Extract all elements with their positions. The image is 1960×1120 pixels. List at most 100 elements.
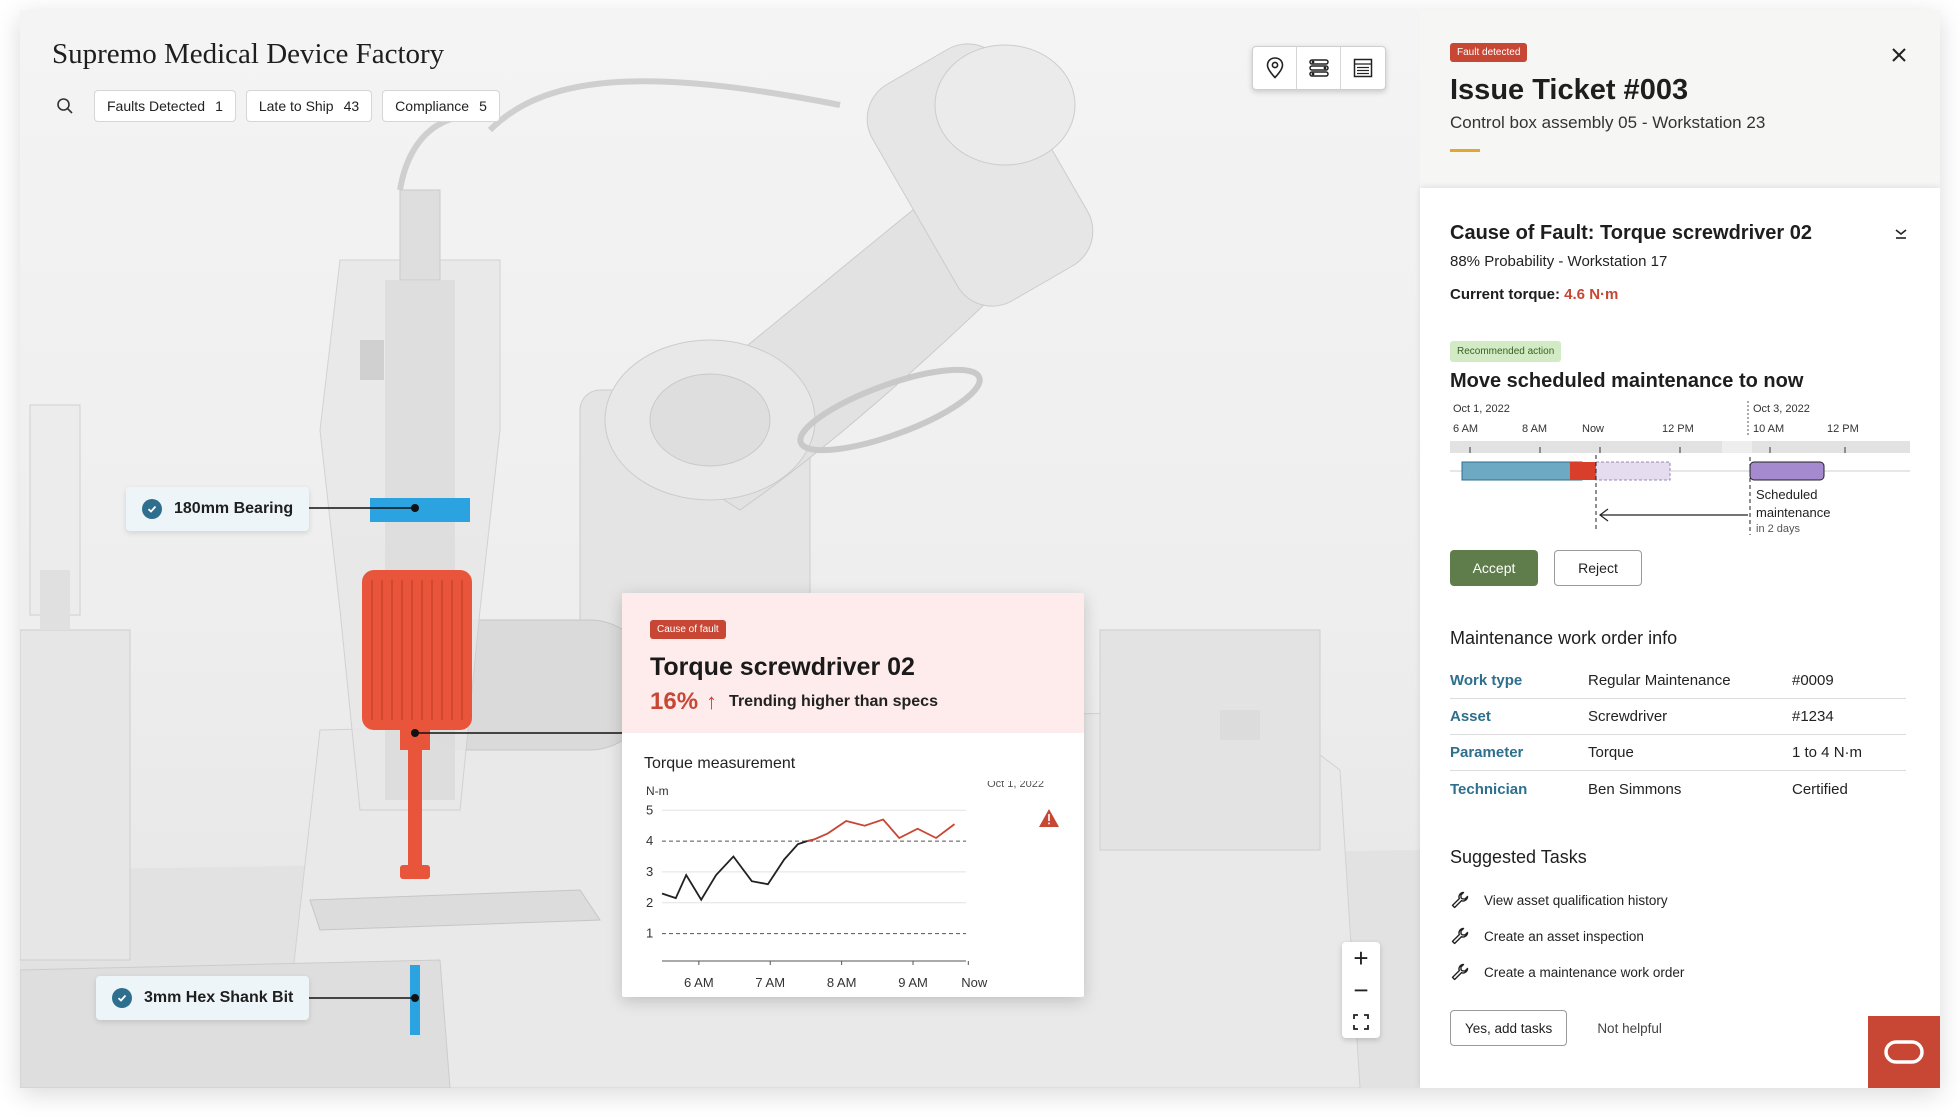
fault-card-body: Torque measurement N-m Oct 1, 2022 5 4 3 2 1… [622, 733, 1084, 990]
chip-count: 43 [343, 98, 360, 114]
chart-xticks: 6 AM 7 AM 8 AM 9 AM Now [684, 961, 988, 990]
fullscreen-button[interactable] [1342, 1006, 1380, 1038]
work-order-extra: #0009 [1792, 672, 1834, 689]
add-tasks-button[interactable]: Yes, add tasks [1450, 1010, 1568, 1046]
close-button[interactable] [1888, 44, 1910, 66]
x-tick-label: Now [961, 975, 988, 990]
check-circle-icon [112, 988, 132, 1008]
close-icon [1892, 48, 1906, 62]
chip-label: Faults Detected [107, 98, 206, 114]
torque-label: Current torque: [1450, 286, 1560, 303]
torque-chart: N-m Oct 1, 2022 5 4 3 2 1 6 AM 7 AM 8 AM 9 AM No… [646, 781, 1059, 990]
reject-button[interactable]: Reject [1554, 550, 1642, 586]
scheduled-label-days: in 2 days [1756, 523, 1801, 535]
work-order-value: Regular Maintenance [1588, 672, 1731, 689]
task-item[interactable]: Create a maintenance work order [1450, 954, 1910, 990]
assistant-button[interactable] [1868, 1016, 1940, 1088]
work-order-value: Torque [1588, 744, 1634, 761]
factory-3d-viewport[interactable]: Supremo Medical Device Factory Faults De… [20, 10, 1420, 1088]
filter-chip-compliance[interactable]: Compliance 5 [382, 90, 500, 122]
list-settings-icon [1308, 59, 1329, 77]
cause-subtitle: 88% Probability - Workstation 17 [1450, 253, 1668, 270]
fault-card[interactable]: Cause of fault Torque screwdriver 02 16%… [622, 593, 1084, 997]
issue-panel: Fault detected Issue Ticket #003 Control… [1420, 10, 1940, 1088]
callout-label: 180mm Bearing [174, 500, 294, 517]
zoom-out-button[interactable]: − [1342, 974, 1380, 1006]
fault-card-header: Cause of fault Torque screwdriver 02 16%… [622, 593, 1084, 733]
filter-chip-late-to-ship[interactable]: Late to Ship 43 [245, 90, 373, 122]
timeline-time: 6 AM [1453, 423, 1478, 435]
plus-icon: + [1353, 942, 1369, 973]
x-tick-label: 7 AM [755, 975, 785, 990]
chip-count: 1 [215, 98, 223, 114]
chart-yticks: 5 4 3 2 1 [646, 802, 653, 940]
minus-icon: − [1353, 974, 1369, 1005]
factory-title: Supremo Medical Device Factory [52, 38, 445, 70]
suggested-tasks-list: View asset qualification history Create … [1450, 882, 1910, 990]
wrench-icon [1451, 963, 1469, 981]
table-row: Technician Ben Simmons Certified [1450, 771, 1906, 807]
timeline-time: Now [1582, 423, 1604, 435]
current-torque: Current torque: 4.6 N·m [1450, 286, 1910, 303]
work-order-table: Work type Regular Maintenance #0009 Asse… [1450, 663, 1906, 807]
view-toolbar [1252, 46, 1386, 90]
chart-ylabel: N-m [646, 784, 669, 798]
recommended-action-tag: Recommended action [1450, 341, 1562, 362]
trend-text: Trending higher than specs [729, 693, 938, 710]
recommendation-actions: Accept Reject [1450, 550, 1910, 586]
fault-detected-tag: Fault detected [1450, 43, 1528, 62]
timeline-time: 12 PM [1827, 423, 1859, 435]
chip-count: 5 [479, 98, 487, 114]
hierarchy-view-button[interactable] [1297, 47, 1341, 89]
wrench-icon [1451, 927, 1469, 945]
torque-series-line-normal [661, 838, 815, 902]
trend-percent: 16% [650, 688, 699, 715]
x-tick-label: 8 AM [827, 975, 857, 990]
callout-bearing[interactable]: 180mm Bearing [126, 487, 310, 531]
table-view-button[interactable] [1341, 47, 1385, 89]
collapse-button[interactable] [1892, 224, 1910, 242]
fault-trend: 16% ↑ Trending higher than specs [650, 688, 1056, 716]
y-tick-label: 1 [646, 926, 653, 941]
wrench-icon [1451, 891, 1469, 909]
timeline-time: 12 PM [1662, 423, 1694, 435]
timeline-date-right: Oct 3, 2022 [1753, 403, 1810, 415]
work-order-title: Maintenance work order info [1450, 628, 1678, 648]
fault-card-title: Torque screwdriver 02 [650, 653, 915, 681]
work-order-key: Asset [1450, 708, 1491, 725]
work-order-value: Ben Simmons [1588, 780, 1682, 798]
calendar-grid-icon [1353, 58, 1373, 78]
search-button[interactable] [46, 90, 84, 122]
task-label: Create an asset inspection [1484, 928, 1644, 944]
filter-bar: Faults Detected 1 Late to Ship 43 Compli… [46, 90, 500, 122]
chart-date-label: Oct 1, 2022 [987, 781, 1044, 790]
task-item[interactable]: View asset qualification history [1450, 882, 1910, 918]
check-circle-icon [142, 499, 162, 519]
callout-hex-bit[interactable]: 3mm Hex Shank Bit [96, 976, 310, 1020]
task-item[interactable]: Create an asset inspection [1450, 918, 1910, 954]
y-tick-label: 4 [646, 833, 653, 848]
work-order-key: Work type [1450, 672, 1523, 689]
x-tick-label: 6 AM [684, 975, 714, 990]
ticket-title: Issue Ticket #003 [1450, 74, 1689, 106]
work-order-extra: Certified [1792, 780, 1848, 798]
oracle-logo-icon [1884, 1040, 1924, 1064]
y-tick-label: 3 [646, 864, 653, 879]
accept-button[interactable]: Accept [1450, 550, 1538, 586]
torque-value: 4.6 N·m [1564, 286, 1619, 303]
location-view-button[interactable] [1253, 47, 1297, 89]
work-order-extra: #1234 [1792, 708, 1834, 725]
task-label: Create a maintenance work order [1484, 964, 1685, 980]
zoom-in-button[interactable]: + [1342, 942, 1380, 974]
cause-of-fault-tag: Cause of fault [650, 620, 726, 639]
filter-chip-faults[interactable]: Faults Detected 1 [94, 90, 236, 122]
table-row: Asset Screwdriver #1234 [1450, 699, 1906, 735]
not-helpful-link[interactable]: Not helpful [1597, 1021, 1662, 1036]
location-pin-icon [1266, 57, 1283, 79]
ticket-header: Fault detected Issue Ticket #003 Control… [1420, 10, 1940, 186]
scheduled-label: maintenance [1756, 505, 1830, 520]
chevron-down-collapse-icon [1895, 229, 1907, 239]
suggested-tasks-title: Suggested Tasks [1450, 847, 1587, 867]
table-row: Work type Regular Maintenance #0009 [1450, 663, 1906, 699]
callout-label: 3mm Hex Shank Bit [144, 989, 294, 1006]
